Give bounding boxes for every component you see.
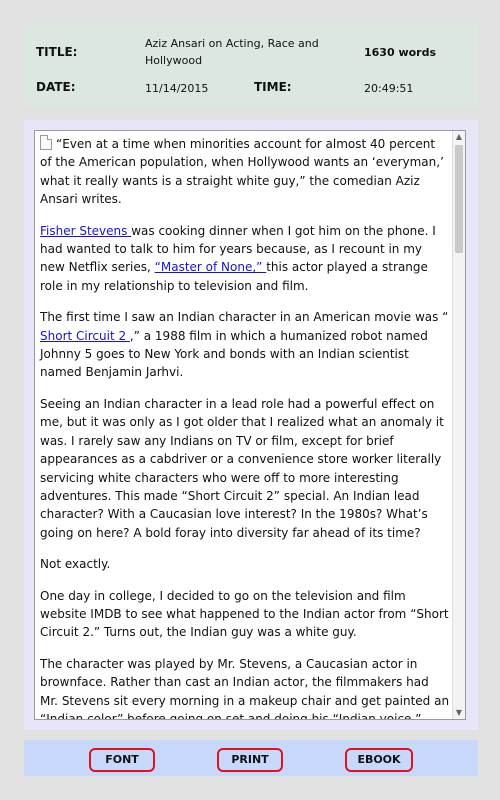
article-content: “Even at a time when minorities account … xyxy=(40,135,450,720)
paragraph-text: “Even at a time when minorities account … xyxy=(40,137,444,207)
time-value: 20:49:51 xyxy=(364,82,414,95)
paragraph: The first time I saw an Indian character… xyxy=(40,308,450,382)
paragraph: Fisher Stevens was cooking dinner when I… xyxy=(40,222,450,296)
word-count: 1630 words xyxy=(364,46,437,59)
fisher-stevens-link[interactable]: Fisher Stevens xyxy=(40,224,131,238)
ebook-button[interactable]: EBOOK xyxy=(345,748,413,772)
short-circuit-2-link[interactable]: Short Circuit 2 xyxy=(40,329,130,343)
font-button[interactable]: FONT xyxy=(89,748,155,772)
date-value: 11/14/2015 xyxy=(145,82,209,95)
scrollbar-thumb[interactable] xyxy=(455,145,463,253)
article-panel: “Even at a time when minorities account … xyxy=(24,120,478,730)
paragraph: The character was played by Mr. Stevens,… xyxy=(40,656,450,720)
date-label: DATE: xyxy=(36,80,76,94)
article-info-header: TITLE: Aziz Ansari on Acting, Race and H… xyxy=(24,23,478,107)
scroll-up-arrow-icon[interactable]: ▲ xyxy=(453,131,465,143)
article-textbox[interactable]: “Even at a time when minorities account … xyxy=(34,130,466,720)
paragraph: Seeing an Indian character in a lead rol… xyxy=(40,396,444,540)
paragraph: One day in college, I decided to go on t… xyxy=(40,588,449,640)
master-of-none-link[interactable]: “Master of None,” xyxy=(155,260,267,274)
print-button[interactable]: PRINT xyxy=(217,748,283,772)
vertical-scrollbar[interactable]: ▲ ▼ xyxy=(452,131,465,719)
document-icon xyxy=(40,135,52,150)
action-toolbar: FONT PRINT EBOOK xyxy=(24,740,478,776)
paragraph-text: The first time I saw an Indian character… xyxy=(40,310,449,325)
title-label: TITLE: xyxy=(36,45,78,59)
article-title: Aziz Ansari on Acting, Race and Hollywoo… xyxy=(145,37,319,67)
paragraph: Not exactly. xyxy=(40,557,111,572)
scroll-down-arrow-icon[interactable]: ▼ xyxy=(453,707,465,719)
paragraph: “Even at a time when minorities account … xyxy=(40,135,450,209)
time-label: TIME: xyxy=(254,80,292,94)
